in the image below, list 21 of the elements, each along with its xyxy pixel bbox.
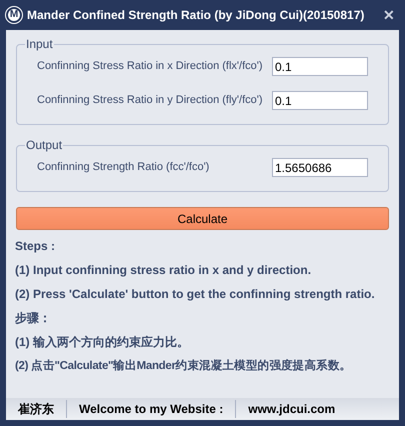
status-text: www.jdcui.com xyxy=(235,400,348,418)
step-text: (2) Press 'Calculate' button to get the confinning strength ratio. xyxy=(15,286,376,303)
calculate-button[interactable]: Calculate xyxy=(16,207,389,230)
window-title: Mander Confined Strength Ratio (by JiDong Cui)(20150817) xyxy=(27,7,364,24)
step-text: 步骤： xyxy=(15,310,52,327)
status-text: 崔济东 xyxy=(16,401,55,418)
field-label: Confinning Strength Ratio (fcc'/fco') xyxy=(37,160,210,176)
step-text: (2) 点击"Calculate"输出Mander约束混凝土模型的强度提高系数。 xyxy=(15,358,352,374)
input-field[interactable]: 0.1 xyxy=(272,57,368,76)
group-title: Input xyxy=(25,37,54,51)
input-field[interactable]: 1.5650686 xyxy=(272,158,368,177)
step-text: (1) 输入两个方向的约束应力比。 xyxy=(15,334,190,351)
field-label: Confinning Stress Ratio in y Direction (fly'/fco') xyxy=(37,93,263,108)
step-text: Steps : xyxy=(15,238,56,255)
input-field[interactable]: 0.1 xyxy=(272,91,368,110)
close-button[interactable]: ✕ xyxy=(383,4,395,26)
field-label: Confinning Stress Ratio in x Direction (flx'/fco') xyxy=(37,59,263,74)
app-logo-icon: M xyxy=(6,7,22,23)
step-text: (1) Input confinning stress ratio in x and y direction. xyxy=(15,262,312,279)
group-title: Output xyxy=(25,138,64,152)
status-text: Welcome to my Website : xyxy=(66,400,236,418)
